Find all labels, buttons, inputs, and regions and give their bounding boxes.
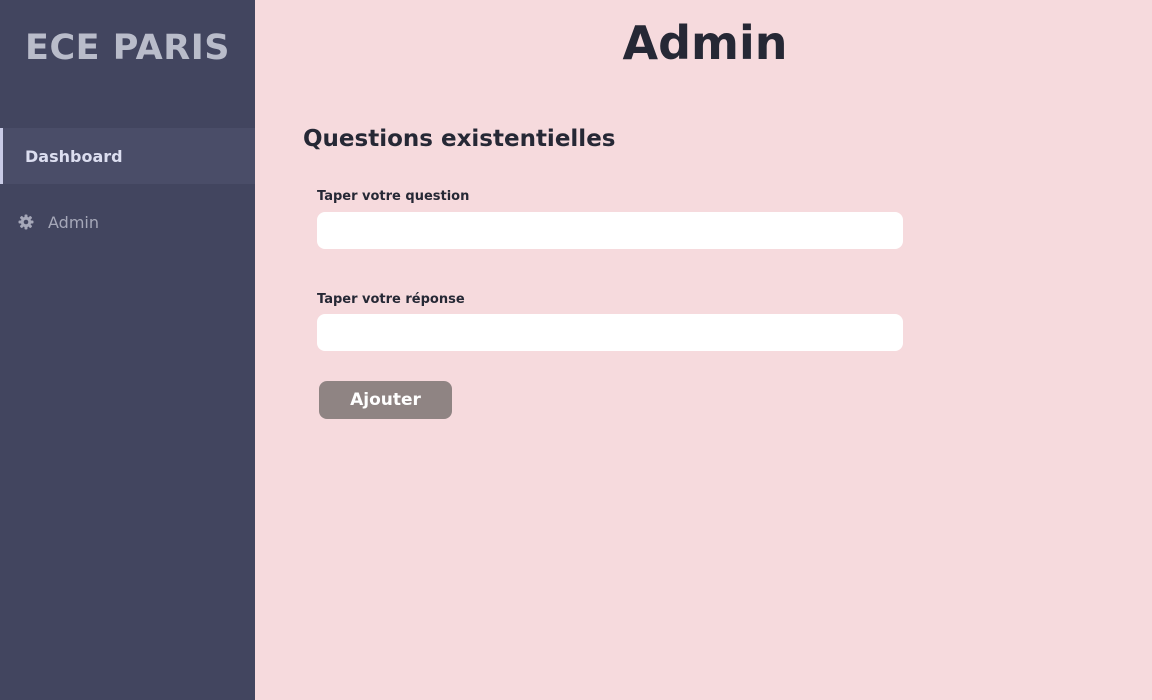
answer-input[interactable] [317,314,903,351]
section-title: Questions existentielles [303,126,616,152]
sidebar: ECE PARIS Dashboard Admin [0,0,255,700]
page-title: Admin [622,16,788,70]
gear-icon [18,214,34,230]
question-input[interactable] [317,212,903,249]
app-window: ECE PARIS Dashboard Admin Admin Question… [0,0,1152,700]
answer-label: Taper votre réponse [317,292,465,307]
sidebar-item-label: Admin [48,212,99,232]
question-label: Taper votre question [317,189,470,204]
add-button[interactable]: Ajouter [319,381,452,419]
sidebar-item-admin[interactable]: Admin [0,194,255,250]
sidebar-item-dashboard[interactable]: Dashboard [0,128,255,184]
brand-logo: ECE PARIS [25,28,230,68]
sidebar-item-label: Dashboard [25,146,123,166]
